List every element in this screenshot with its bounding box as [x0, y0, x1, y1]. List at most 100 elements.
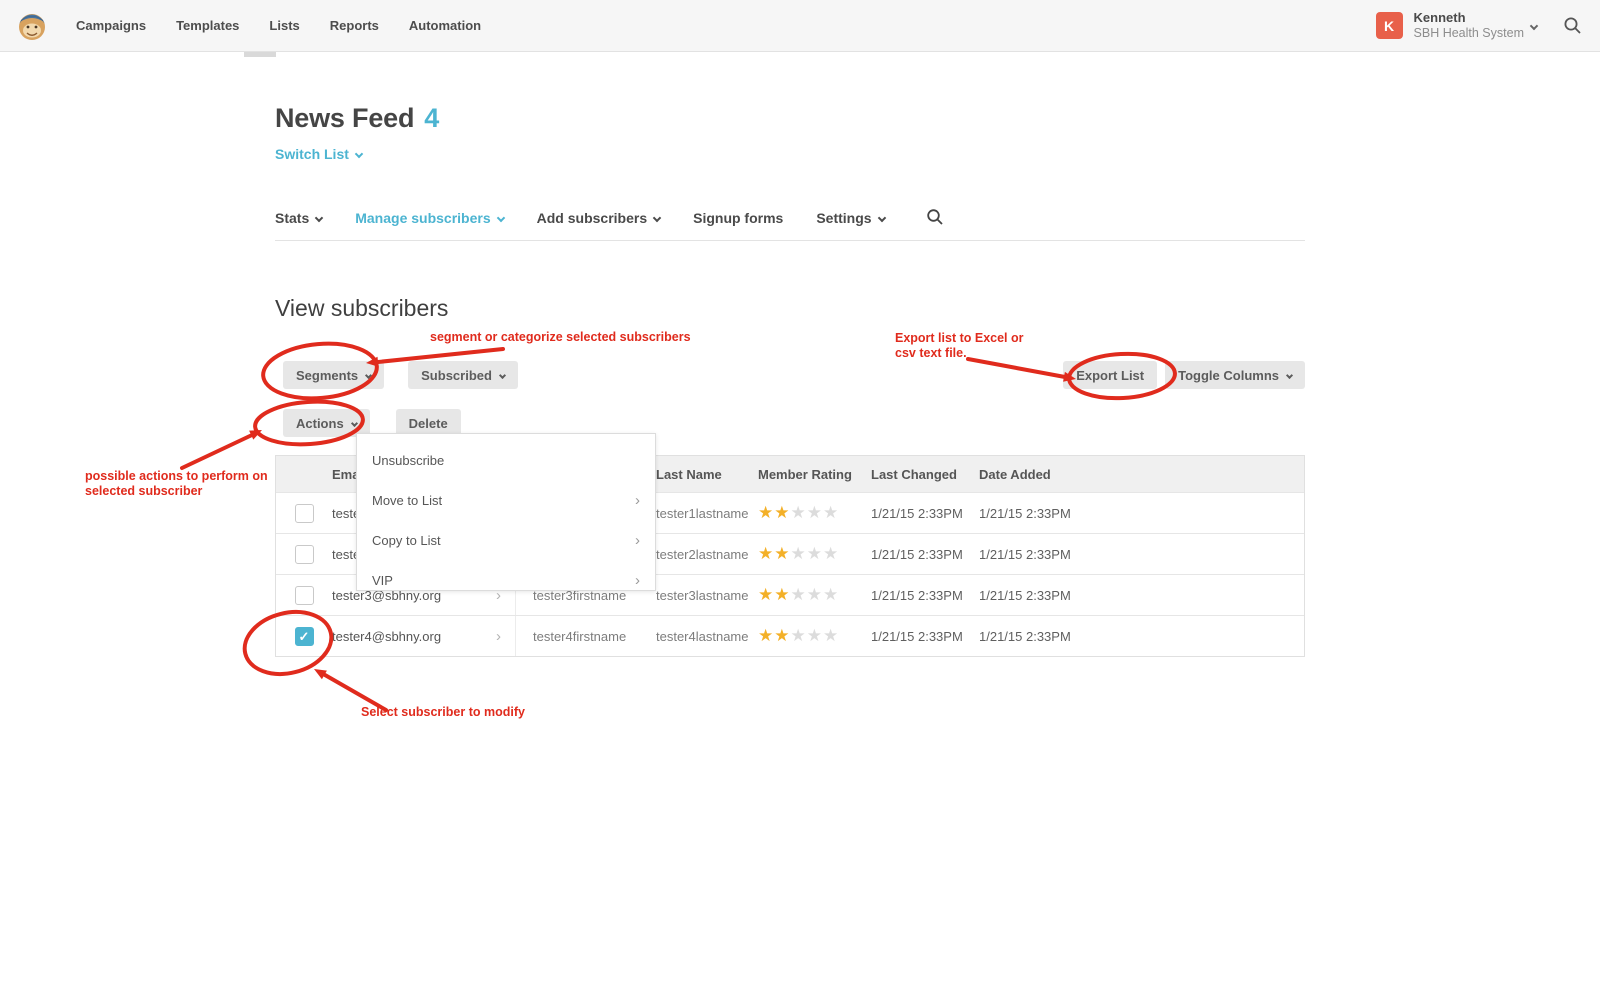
actions-dropdown-menu: Unsubscribe Move to List› Copy to List› … — [356, 433, 656, 591]
row-checkbox[interactable] — [295, 504, 314, 523]
segments-button[interactable]: Segments — [283, 361, 384, 389]
export-list-button[interactable]: Export List — [1063, 361, 1157, 389]
account-chevron-down-icon[interactable] — [1530, 21, 1538, 29]
star-empty-icon: ★ — [823, 585, 839, 604]
subscriber-first-name: tester4firstname — [516, 629, 656, 644]
star-filled-icon: ★ — [758, 544, 774, 563]
member-rating-stars: ★★★★★ — [758, 544, 871, 564]
switch-list-link[interactable]: Switch List — [275, 146, 362, 162]
member-rating-stars: ★★★★★ — [758, 626, 871, 646]
list-tab-bar: Stats Manage subscribers Add subscribers… — [275, 210, 1305, 241]
chevron-down-icon — [653, 214, 661, 222]
star-empty-icon: ★ — [791, 503, 807, 522]
last-changed-value: 1/21/15 2:33PM — [871, 547, 979, 562]
chevron-down-icon — [315, 214, 323, 222]
star-filled-icon: ★ — [774, 544, 790, 563]
star-empty-icon: ★ — [807, 585, 823, 604]
subscriber-count: 4 — [424, 103, 439, 133]
chevron-down-icon — [365, 371, 372, 378]
subscriber-last-name: tester4lastname — [656, 629, 758, 644]
subscriber-email[interactable]: tester4@sbhny.org› — [332, 616, 516, 656]
row-checkbox[interactable] — [295, 586, 314, 605]
tab-settings[interactable]: Settings — [816, 210, 884, 226]
star-empty-icon: ★ — [823, 544, 839, 563]
date-added-value: 1/21/15 2:33PM — [979, 547, 1304, 562]
nav-item-templates[interactable]: Templates — [176, 18, 239, 33]
section-title: View subscribers — [275, 295, 448, 322]
tab-stats[interactable]: Stats — [275, 210, 322, 226]
column-header-last-changed: Last Changed — [871, 467, 979, 482]
member-rating-stars: ★★★★★ — [758, 585, 871, 605]
annotation-export-note: Export list to Excel or csv text file. — [895, 331, 1024, 361]
menu-item-move-to-list[interactable]: Move to List› — [357, 481, 655, 520]
table-row: tester4@sbhny.org› tester4firstname test… — [276, 615, 1304, 656]
list-name: News Feed — [275, 103, 414, 133]
last-changed-value: 1/21/15 2:33PM — [871, 629, 979, 644]
user-org: SBH Health System — [1414, 26, 1524, 40]
star-empty-icon: ★ — [791, 585, 807, 604]
subscriber-last-name: tester2lastname — [656, 547, 758, 562]
page-title: News Feed 4 — [275, 103, 439, 134]
nav-item-reports[interactable]: Reports — [330, 18, 379, 33]
star-empty-icon: ★ — [791, 626, 807, 645]
column-header-last-name: Last Name — [656, 467, 758, 482]
menu-item-vip[interactable]: VIP› — [357, 561, 655, 600]
toggle-columns-button[interactable]: Toggle Columns — [1165, 361, 1305, 389]
subscriber-last-name: tester1lastname — [656, 506, 758, 521]
star-empty-icon: ★ — [807, 503, 823, 522]
chevron-right-icon: › — [635, 532, 640, 549]
chevron-down-icon — [1286, 371, 1293, 378]
user-name: Kenneth — [1414, 11, 1524, 26]
main-nav: Campaigns Templates Lists Reports Automa… — [76, 18, 481, 33]
date-added-value: 1/21/15 2:33PM — [979, 629, 1304, 644]
star-filled-icon: ★ — [774, 503, 790, 522]
chevron-down-icon — [499, 371, 506, 378]
subscribed-filter-button[interactable]: Subscribed — [408, 361, 518, 389]
star-filled-icon: ★ — [758, 503, 774, 522]
mailchimp-logo[interactable] — [16, 10, 48, 42]
star-filled-icon: ★ — [758, 585, 774, 604]
chevron-right-icon: › — [635, 572, 640, 589]
top-navigation-bar: Campaigns Templates Lists Reports Automa… — [0, 0, 1600, 52]
annotation-select-note: Select subscriber to modify — [361, 705, 525, 720]
active-nav-underline — [244, 52, 276, 57]
member-rating-stars: ★★★★★ — [758, 503, 871, 523]
nav-item-campaigns[interactable]: Campaigns — [76, 18, 146, 33]
column-header-date-added: Date Added — [979, 467, 1304, 482]
search-icon[interactable] — [1563, 16, 1582, 35]
tab-manage-subscribers[interactable]: Manage subscribers — [355, 210, 503, 226]
chevron-right-icon: › — [496, 628, 501, 645]
star-filled-icon: ★ — [774, 626, 790, 645]
star-empty-icon: ★ — [791, 544, 807, 563]
row-checkbox[interactable] — [295, 545, 314, 564]
menu-item-unsubscribe[interactable]: Unsubscribe — [357, 441, 655, 480]
tab-signup-forms[interactable]: Signup forms — [693, 210, 783, 226]
star-filled-icon: ★ — [758, 626, 774, 645]
date-added-value: 1/21/15 2:33PM — [979, 588, 1304, 603]
star-filled-icon: ★ — [774, 585, 790, 604]
tab-add-subscribers[interactable]: Add subscribers — [537, 210, 660, 226]
toolbar-right-group: Export List Toggle Columns — [1063, 361, 1305, 389]
star-empty-icon: ★ — [823, 503, 839, 522]
menu-item-copy-to-list[interactable]: Copy to List› — [357, 521, 655, 560]
subscriber-last-name: tester3lastname — [656, 588, 758, 603]
row-checkbox-selected[interactable] — [295, 627, 314, 646]
chevron-down-icon — [351, 419, 358, 426]
avatar[interactable]: K — [1376, 12, 1403, 39]
annotation-actions-note: possible actions to perform on selected … — [85, 469, 268, 499]
last-changed-value: 1/21/15 2:33PM — [871, 588, 979, 603]
subscriber-toolbar: Segments Subscribed Export List Toggle C… — [283, 361, 1305, 389]
annotation-segment-note: segment or categorize selected subscribe… — [430, 330, 691, 345]
last-changed-value: 1/21/15 2:33PM — [871, 506, 979, 521]
toolbar-left-group: Segments Subscribed — [283, 361, 518, 389]
nav-item-automation[interactable]: Automation — [409, 18, 481, 33]
search-icon[interactable] — [926, 208, 944, 226]
user-meta: Kenneth SBH Health System — [1414, 11, 1524, 40]
star-empty-icon: ★ — [807, 544, 823, 563]
chevron-down-icon — [877, 214, 885, 222]
nav-item-lists[interactable]: Lists — [269, 18, 299, 33]
chevron-right-icon: › — [635, 492, 640, 509]
column-header-member-rating: Member Rating — [758, 467, 871, 482]
switch-list-label: Switch List — [275, 146, 349, 162]
date-added-value: 1/21/15 2:33PM — [979, 506, 1304, 521]
